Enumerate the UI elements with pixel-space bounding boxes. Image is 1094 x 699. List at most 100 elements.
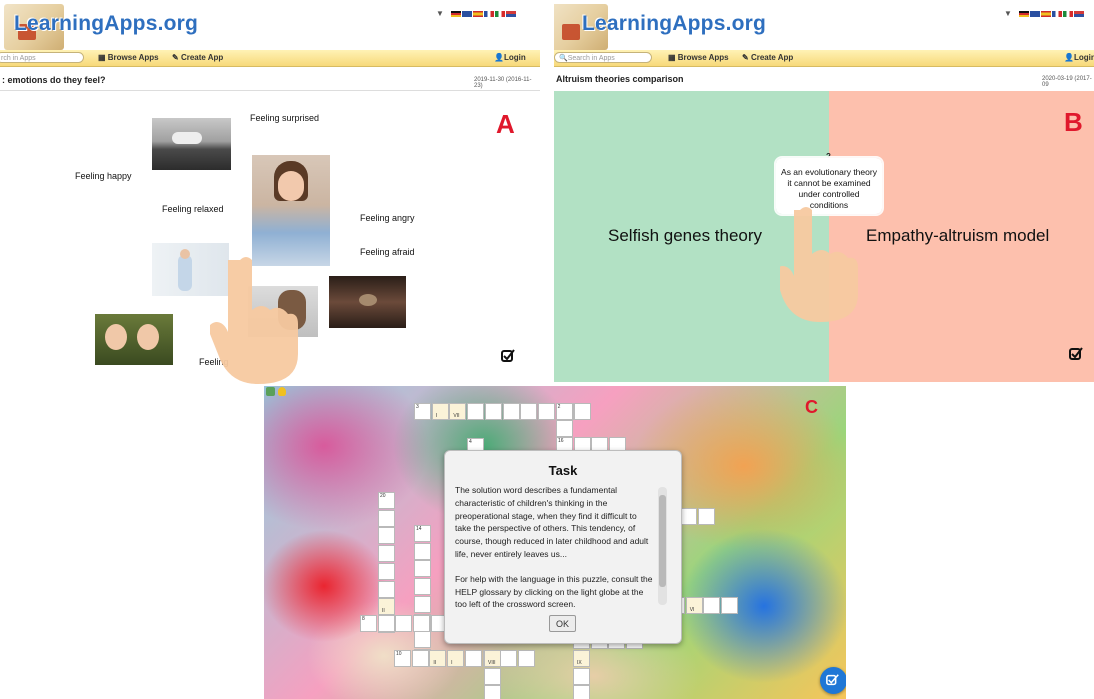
solution-mark: VII	[453, 413, 460, 419]
flag-fr[interactable]	[483, 10, 494, 17]
divider	[0, 90, 540, 91]
crossword-cell[interactable]: VIII	[484, 650, 501, 667]
submit-button[interactable]	[820, 667, 846, 694]
crossword-cell[interactable]	[414, 631, 431, 649]
logo[interactable]: LearningApps.org	[14, 12, 198, 36]
label-relaxed[interactable]: Feeling relaxed	[162, 204, 224, 214]
language-flags[interactable]: ▼	[436, 9, 516, 18]
login-link[interactable]: 👤Login	[1064, 53, 1094, 62]
crossword-cell[interactable]	[411, 650, 429, 667]
label-afraid[interactable]: Feeling afraid	[360, 247, 415, 257]
crossword-cell[interactable]	[414, 595, 431, 613]
crossword-cell[interactable]	[573, 403, 591, 420]
grid-icon: ▦	[668, 53, 678, 62]
label-angry[interactable]: Feeling angry	[360, 213, 415, 223]
crossword-cell[interactable]: IX	[573, 650, 590, 667]
search-input[interactable]: 🔍Search in Apps	[554, 52, 652, 63]
flag-de[interactable]	[1018, 10, 1029, 17]
crossword-cell[interactable]	[537, 403, 555, 420]
search-input[interactable]: rch in Apps	[0, 52, 84, 63]
crossword-cell[interactable]: I	[431, 403, 449, 420]
crossword-cell[interactable]	[464, 650, 482, 667]
photo-landscape[interactable]	[152, 118, 231, 170]
crossword-cell[interactable]	[573, 667, 590, 685]
logo[interactable]: LearningApps.org	[582, 12, 766, 36]
crossword-cell[interactable]	[377, 615, 395, 632]
clue-number: 20	[380, 493, 386, 499]
create-app-link[interactable]: ✎ Create App	[172, 53, 223, 62]
crossword-cell[interactable]: 14	[414, 525, 431, 542]
scrollbar[interactable]	[658, 487, 667, 605]
light-bulb-icon[interactable]	[278, 387, 286, 396]
crossword-cell[interactable]	[413, 615, 431, 632]
pencil-icon: ✎	[742, 53, 751, 62]
crossword-cell[interactable]	[484, 403, 502, 420]
ok-button[interactable]: OK	[549, 615, 576, 632]
browse-apps-link[interactable]: ▦ Browse Apps	[98, 53, 159, 62]
crossword-cell[interactable]: 2	[555, 403, 573, 420]
create-app-link[interactable]: ✎ Create App	[742, 53, 793, 62]
flag-other[interactable]	[1073, 10, 1084, 17]
crossword-cell[interactable]	[680, 508, 697, 525]
flag-de[interactable]	[450, 10, 461, 17]
check-icon[interactable]	[500, 348, 516, 364]
login-link[interactable]: 👤Login	[494, 53, 526, 62]
panel-c: C 3IVII216420II14III8VI10III9VIIIIX Task…	[264, 386, 846, 699]
crossword-cell[interactable]	[703, 597, 721, 614]
crossword-cell[interactable]	[517, 650, 535, 667]
crossword-cell[interactable]	[697, 508, 715, 525]
crossword-cell[interactable]	[414, 560, 431, 578]
crossword-cell[interactable]	[721, 597, 739, 614]
crossword-cell[interactable]	[500, 650, 518, 667]
crossword-cell[interactable]: 3	[414, 403, 431, 420]
crossword-cell[interactable]	[484, 685, 501, 699]
photo-girls[interactable]	[95, 314, 173, 365]
crossword-cell[interactable]	[378, 509, 395, 527]
crossword-cell[interactable]: VI	[685, 597, 703, 614]
chevron-down-icon[interactable]: ▼	[1004, 9, 1012, 18]
crossword-cell[interactable]	[378, 580, 395, 598]
crossword-cell[interactable]	[414, 578, 431, 596]
flag-fr[interactable]	[1051, 10, 1062, 17]
flag-it[interactable]	[494, 10, 505, 17]
check-icon	[826, 674, 839, 686]
crossword-cell[interactable]: 8	[360, 615, 377, 632]
crossword-cell[interactable]	[395, 615, 413, 632]
browse-apps-link[interactable]: ▦ Browse Apps	[668, 53, 729, 62]
face-shape	[137, 324, 159, 350]
globe-icon[interactable]	[266, 387, 275, 396]
flag-uk[interactable]	[461, 10, 472, 17]
label-surprised[interactable]: Feeling surprised	[250, 113, 319, 123]
crossword-cell[interactable]: I	[447, 650, 465, 667]
crossword-cell[interactable]: 10	[394, 650, 411, 667]
face-shape	[278, 171, 304, 201]
crossword-cell[interactable]	[520, 403, 538, 420]
crossword-cell[interactable]: 20	[378, 492, 395, 509]
crossword-cell[interactable]: VII	[449, 403, 467, 420]
flag-other[interactable]	[505, 10, 516, 17]
crossword-cell[interactable]	[573, 685, 590, 699]
check-icon[interactable]	[1068, 346, 1084, 362]
crossword-cell[interactable]	[556, 420, 573, 437]
chevron-down-icon[interactable]: ▼	[436, 9, 444, 18]
crossword-cell[interactable]	[467, 403, 485, 420]
flag-es[interactable]	[472, 10, 483, 17]
crossword-cell[interactable]	[378, 562, 395, 580]
crossword-cell[interactable]: II	[429, 650, 447, 667]
photo-eye[interactable]	[329, 276, 406, 328]
crossword-cell[interactable]: II	[378, 598, 395, 616]
eye-shape	[359, 294, 377, 306]
flag-it[interactable]	[1062, 10, 1073, 17]
clue-number: 4	[469, 439, 472, 445]
crossword-cell[interactable]	[414, 542, 431, 560]
scrollbar-thumb[interactable]	[659, 495, 666, 587]
crossword-cell[interactable]	[378, 527, 395, 545]
crossword-cell[interactable]	[502, 403, 520, 420]
label-happy[interactable]: Feeling happy	[75, 171, 132, 181]
language-flags[interactable]: ▼	[1004, 9, 1084, 18]
crossword-cell[interactable]	[484, 667, 501, 685]
flag-uk[interactable]	[1029, 10, 1040, 17]
crossword-cell[interactable]	[378, 545, 395, 563]
flag-es[interactable]	[1040, 10, 1051, 17]
photo-surprised-girl[interactable]	[252, 155, 330, 266]
